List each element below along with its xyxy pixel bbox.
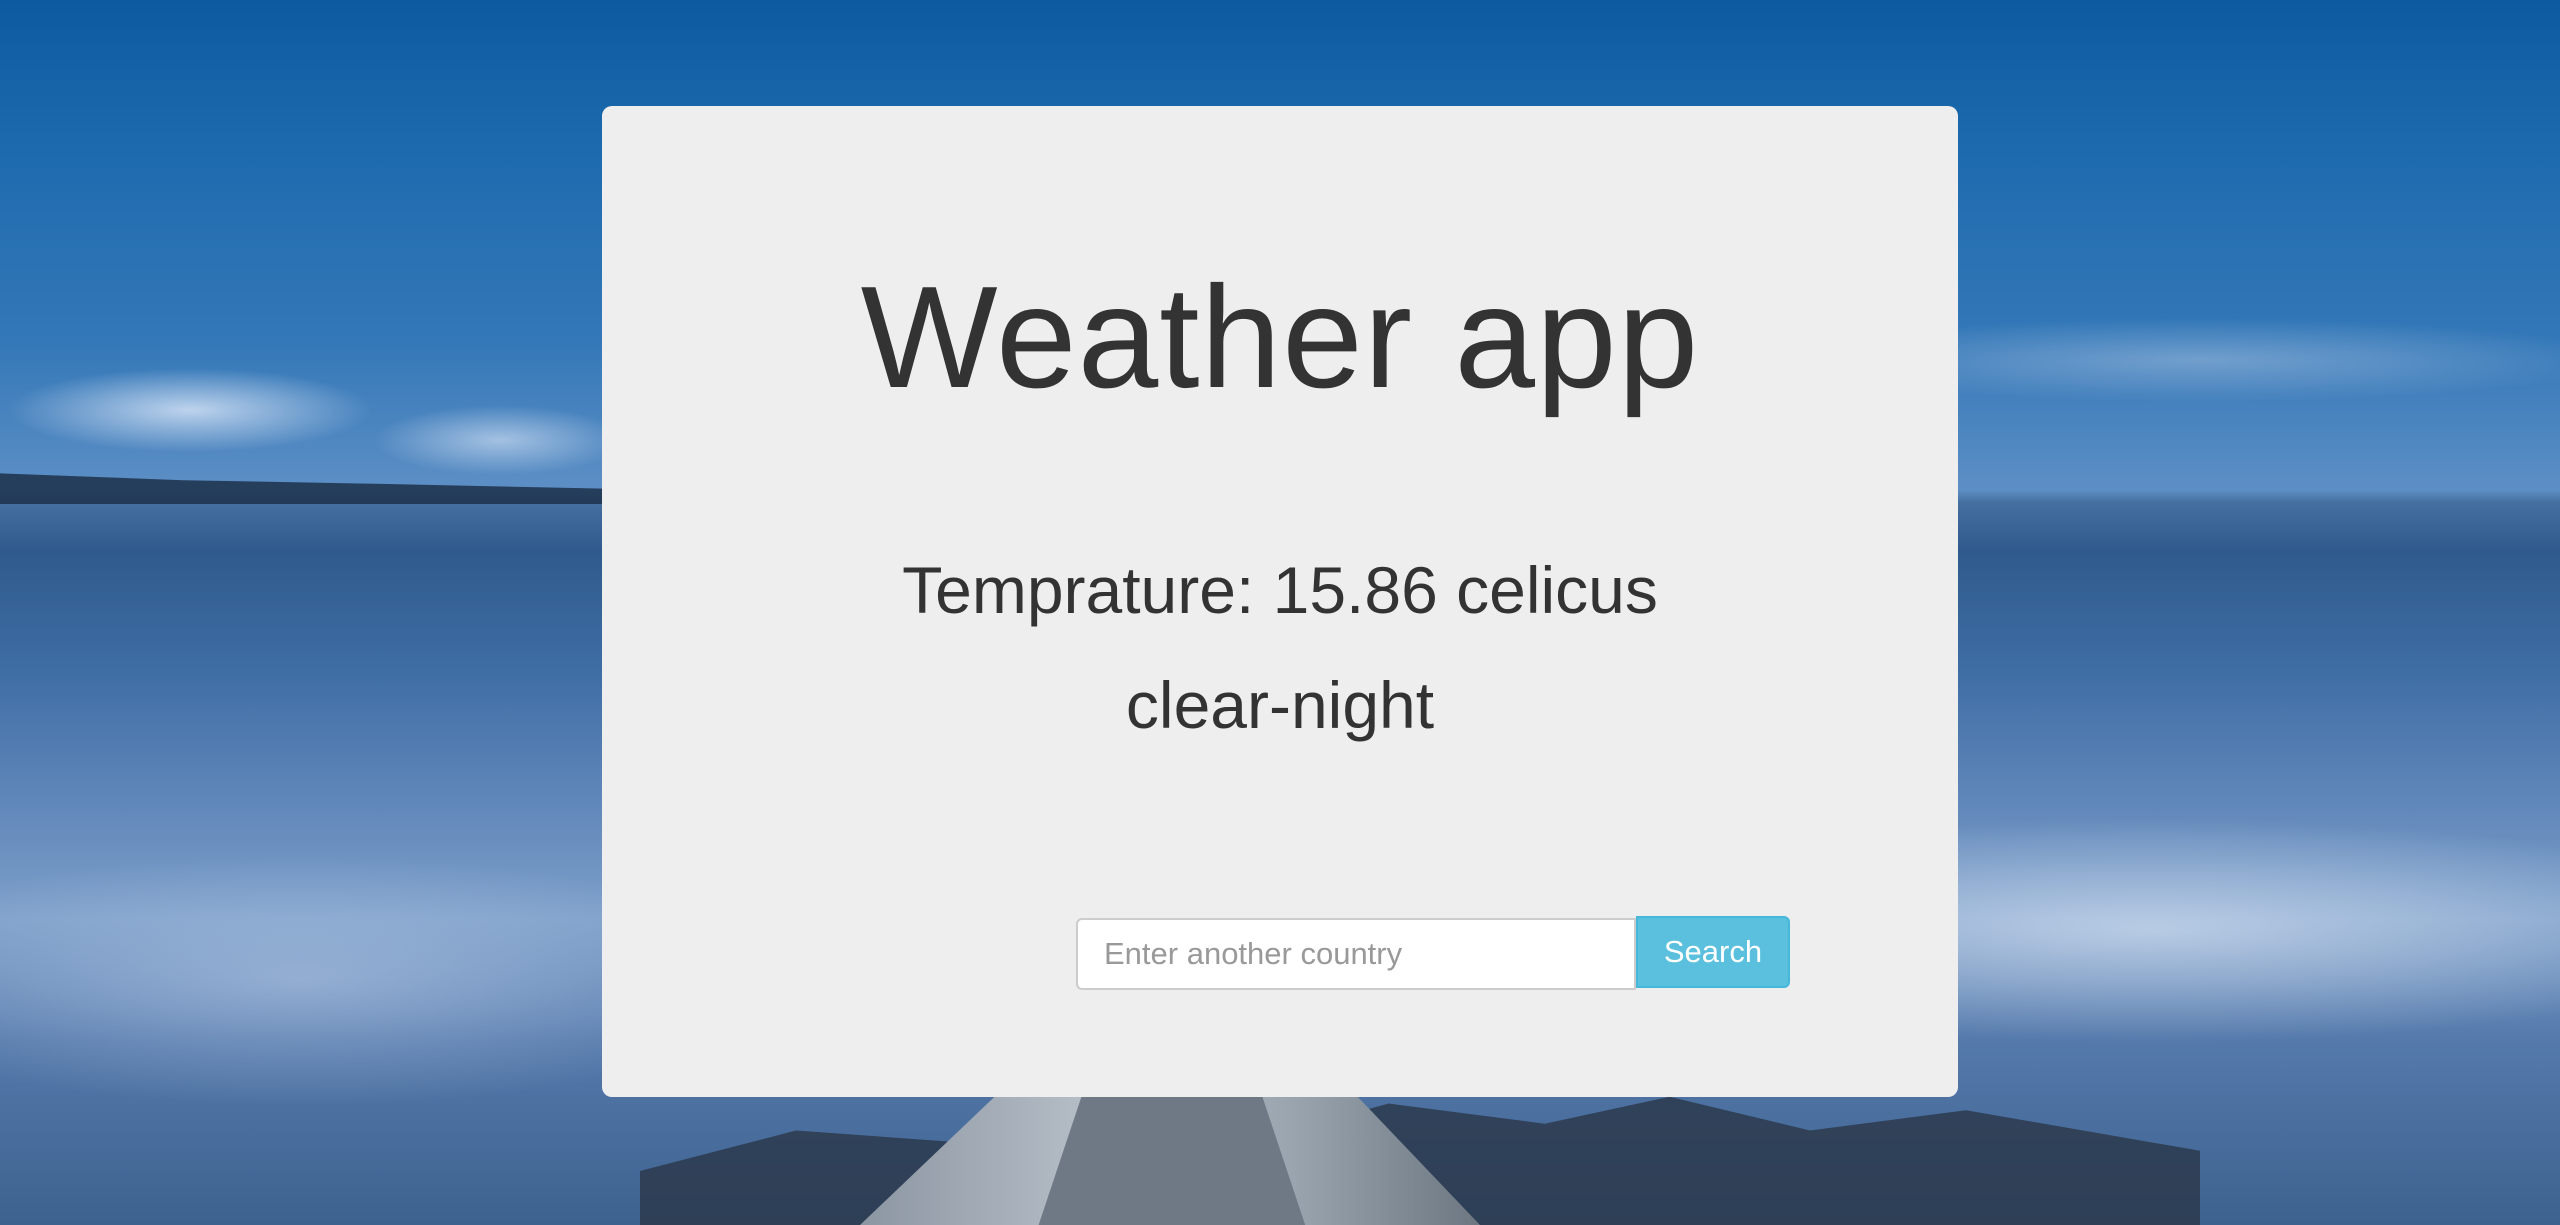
country-search-input[interactable] — [1076, 918, 1636, 990]
weather-card: Weather app Temprature: 15.86 celicus cl… — [602, 106, 1958, 1097]
country-search-form: Search — [1076, 916, 1790, 990]
search-button[interactable]: Search — [1636, 916, 1790, 988]
weather-summary: clear-night — [1125, 668, 1435, 742]
temperature-text: Temprature: 15.86 celicus — [902, 553, 1658, 627]
app-title: Weather app — [860, 256, 1700, 418]
